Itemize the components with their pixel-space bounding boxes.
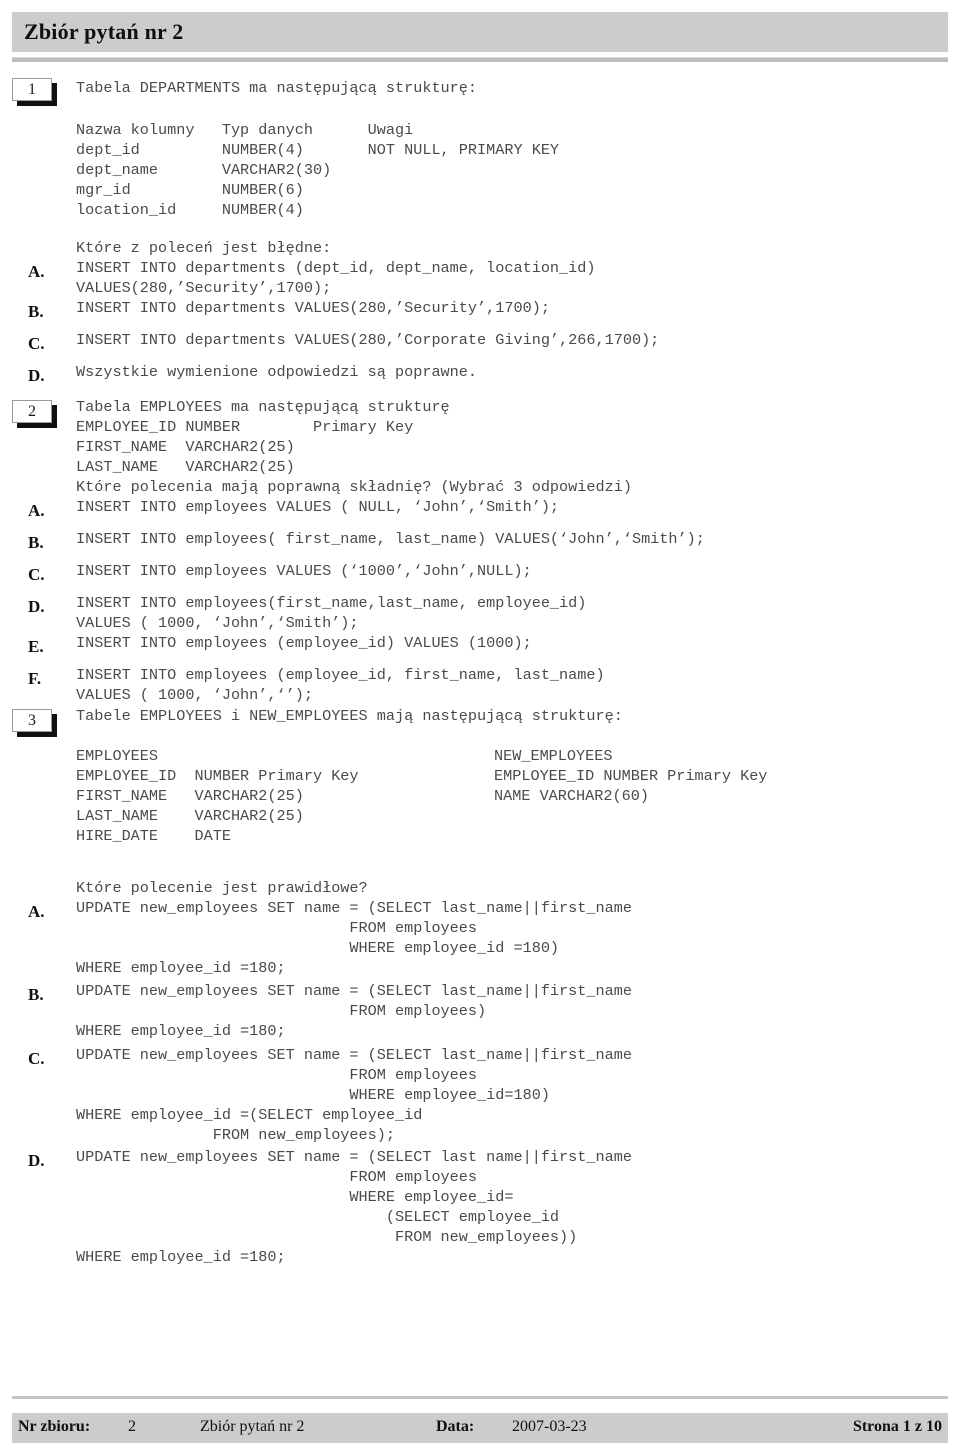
question-2-option-e-letter: E.: [28, 637, 44, 656]
question-2-option-a-letter: A.: [28, 501, 45, 520]
question-1-option-a-letter: A.: [28, 262, 45, 281]
question-3-option-a-text[interactable]: UPDATE new_employees SET name = (SELECT …: [76, 898, 632, 978]
question-2-option-c-text[interactable]: INSERT INTO employees VALUES (‘1000’,‘Jo…: [76, 561, 532, 581]
footer-date-value: 2007-03-23: [512, 1418, 587, 1435]
footer-set-value: 2: [128, 1418, 136, 1435]
question-2-option-d-letter: D.: [28, 597, 45, 616]
question-3-option-b-letter: B.: [28, 985, 44, 1004]
question-2-option-f-letter: F.: [28, 669, 42, 688]
footer-page-info: Strona 1 z 10: [852, 1418, 942, 1435]
question-1-stem: Tabela DEPARTMENTS ma następującą strukt…: [76, 79, 478, 97]
question-1-option-c-letter: C.: [28, 334, 45, 353]
question-2-table: EMPLOYEE_ID NUMBER Primary Key FIRST_NAM…: [76, 418, 414, 476]
question-2-option-b-letter: B.: [28, 533, 44, 552]
question-1-option-d-letter: D.: [28, 366, 45, 385]
question-1-table: Nazwa kolumny Typ danych Uwagi dept_id N…: [76, 121, 560, 219]
question-1-option-c-text[interactable]: INSERT INTO departments VALUES(280,’Corp…: [76, 330, 659, 350]
question-2-prompt: Które polecenia mają poprawną składnię? …: [76, 478, 632, 496]
footer-set-label: Nr zbioru:: [18, 1418, 91, 1435]
question-number-badge-3: 3: [12, 709, 52, 732]
question-2-option-b-text[interactable]: INSERT INTO employees( first_name, last_…: [76, 529, 705, 549]
question-1-option-d-text[interactable]: Wszystkie wymienione odpowiedzi są popra…: [76, 362, 477, 382]
question-3-table-employees: EMPLOYEES EMPLOYEE_ID NUMBER Primary Key…: [76, 747, 359, 845]
question-1-option-a-text[interactable]: INSERT INTO departments (dept_id, dept_n…: [76, 258, 596, 298]
question-1-option-b-letter: B.: [28, 302, 44, 321]
question-3-table-new-employees: NEW_EMPLOYEES EMPLOYEE_ID NUMBER Primary…: [494, 747, 768, 805]
question-3-option-d-text[interactable]: UPDATE new_employees SET name = (SELECT …: [76, 1147, 632, 1267]
page-header: Zbiór pytań nr 2: [12, 12, 948, 52]
question-number-badge-1: 1: [12, 78, 52, 101]
question-3-stem: Tabele EMPLOYEES i NEW_EMPLOYEES mają na…: [76, 707, 623, 725]
question-2-option-e-text[interactable]: INSERT INTO employees (employee_id) VALU…: [76, 633, 532, 653]
question-3-option-c-letter: C.: [28, 1049, 45, 1068]
question-3-option-c-text[interactable]: UPDATE new_employees SET name = (SELECT …: [76, 1045, 632, 1145]
question-1-prompt: Które z poleceń jest błędne:: [76, 239, 332, 257]
question-3-prompt: Które polecenie jest prawidłowe?: [76, 879, 368, 897]
question-2-option-d-text[interactable]: INSERT INTO employees(first_name,last_na…: [76, 593, 586, 633]
question-number-badge-2: 2: [12, 400, 52, 423]
footer-date-label: Data:: [436, 1418, 475, 1435]
question-2-option-c-letter: C.: [28, 565, 45, 584]
page-footer: Nr zbioru: 2 Zbiór pytań nr 2 Data: 2007…: [12, 1413, 948, 1443]
question-2-option-f-text[interactable]: INSERT INTO employees (employee_id, firs…: [76, 665, 605, 705]
header-divider: [12, 57, 948, 62]
footer-divider: [12, 1396, 948, 1399]
question-3-option-a-letter: A.: [28, 902, 45, 921]
page-title: Zbiór pytań nr 2: [24, 19, 184, 44]
question-2-stem: Tabela EMPLOYEES ma następującą struktur…: [76, 398, 450, 416]
question-3-option-d-letter: D.: [28, 1151, 45, 1170]
question-1-option-b-text[interactable]: INSERT INTO departments VALUES(280,’Secu…: [76, 298, 550, 318]
footer-set-title: Zbiór pytań nr 2: [200, 1418, 305, 1435]
question-3-option-b-text[interactable]: UPDATE new_employees SET name = (SELECT …: [76, 981, 632, 1041]
question-2-option-a-text[interactable]: INSERT INTO employees VALUES ( NULL, ‘Jo…: [76, 497, 559, 517]
